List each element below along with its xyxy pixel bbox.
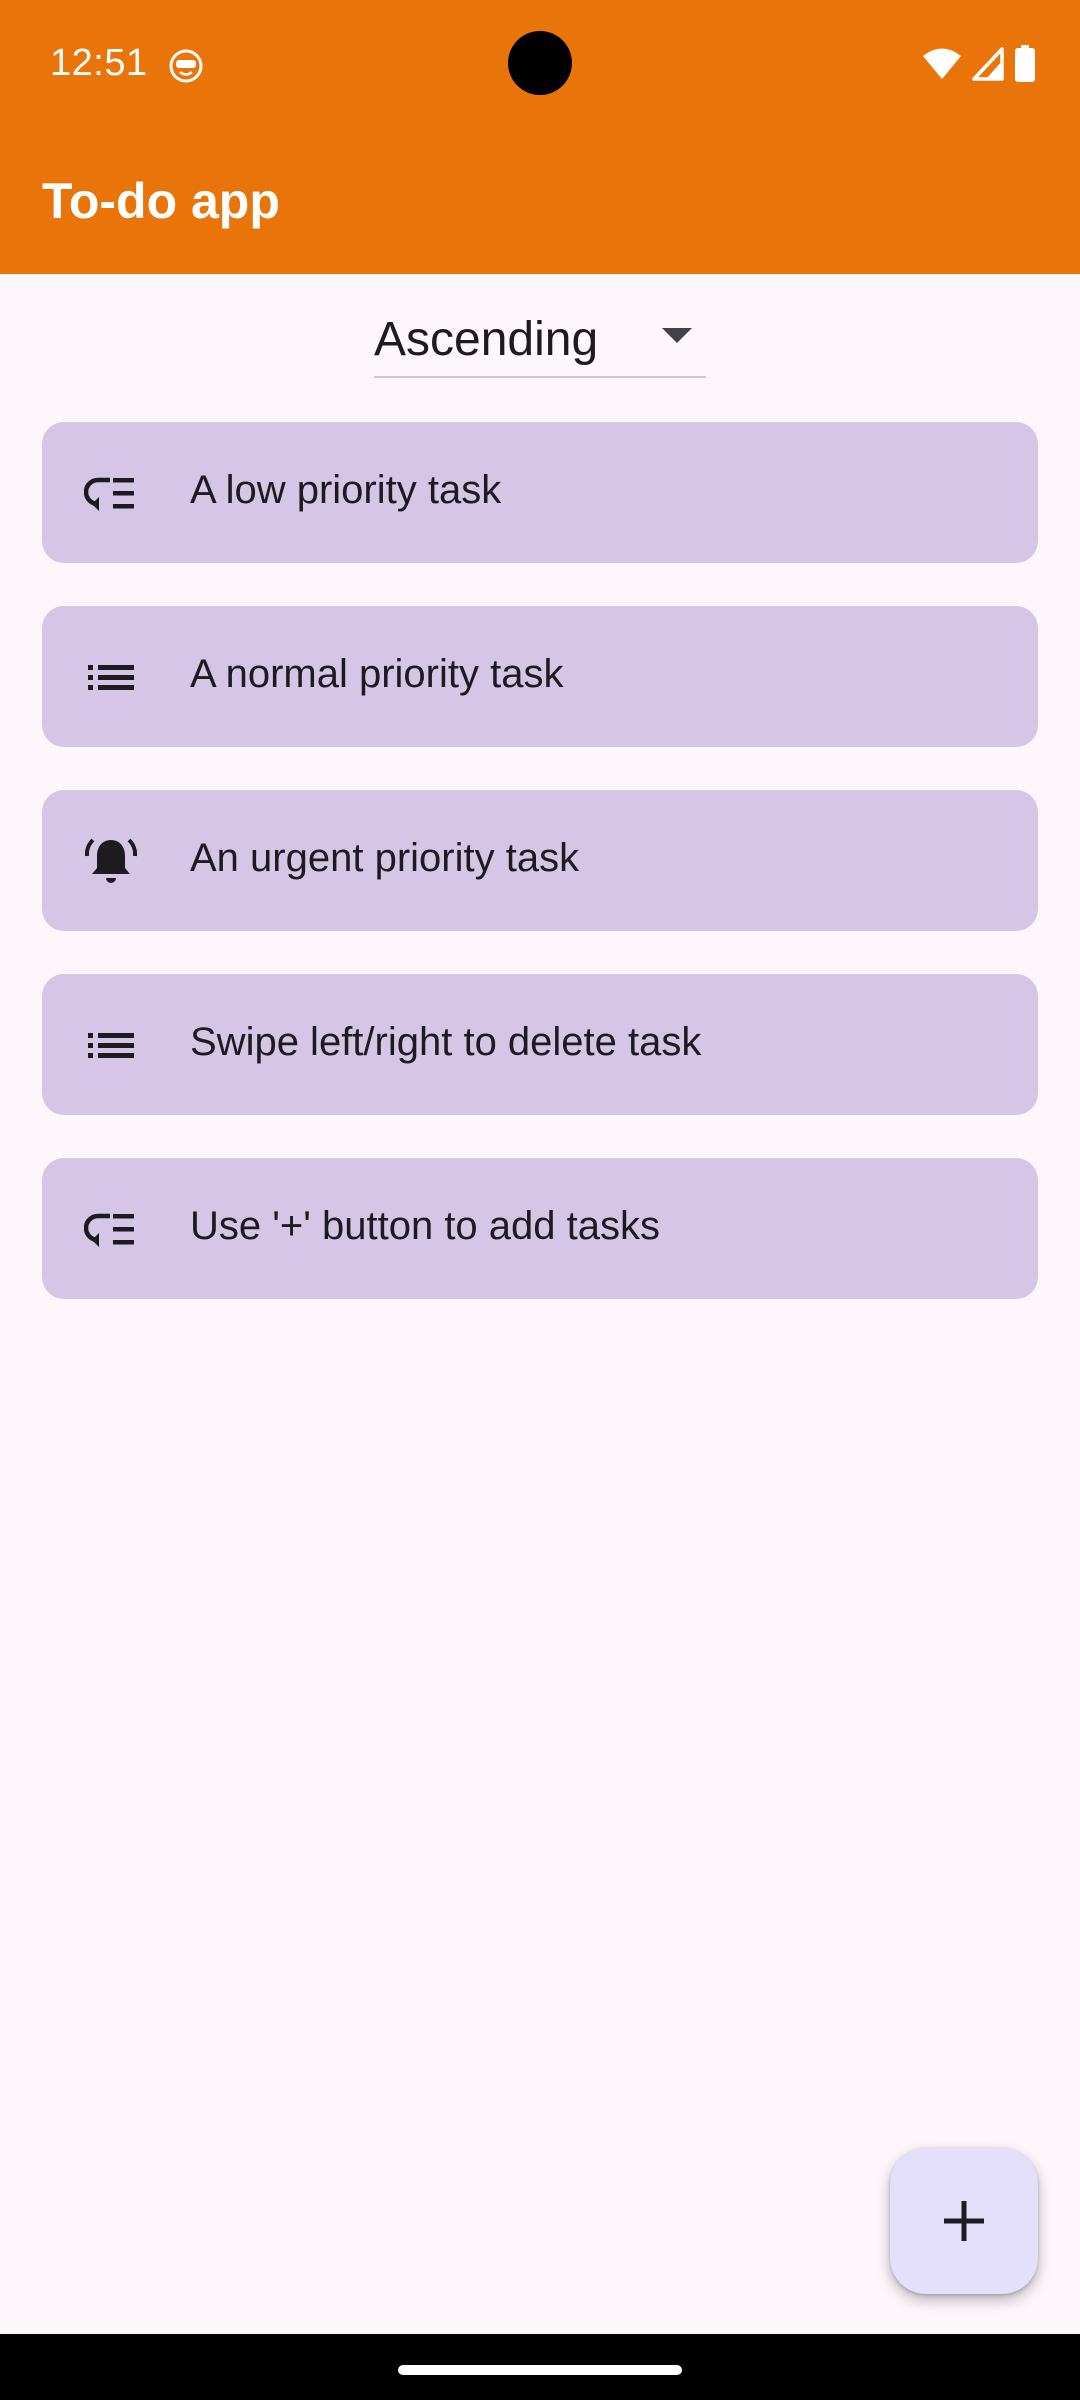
low-priority-icon: [84, 1213, 134, 1247]
add-icon: [944, 2201, 984, 2241]
task-label: Use '+' button to add tasks: [190, 1204, 660, 1248]
signal-icon: [972, 47, 1004, 81]
task-card[interactable]: An urgent priority task: [42, 790, 1038, 931]
list-icon: [88, 665, 134, 690]
task-label: A low priority task: [190, 468, 502, 512]
arrow-drop-down-icon: [662, 328, 692, 343]
face-notification-icon: [169, 49, 203, 83]
battery-icon: [1015, 45, 1035, 82]
home-gesture-handle[interactable]: [398, 2365, 682, 2375]
task-label: A normal priority task: [190, 652, 564, 696]
app-title: To-do app: [42, 173, 280, 229]
task-list: A low priority task A normal priority ta…: [42, 422, 1038, 1342]
status-icons: [922, 44, 1036, 84]
task-card[interactable]: Swipe left/right to delete task: [42, 974, 1038, 1115]
low-priority-icon: [84, 477, 134, 511]
camera-cutout: [508, 31, 572, 95]
task-label: Swipe left/right to delete task: [190, 1020, 702, 1064]
wifi-icon: [923, 48, 961, 79]
list-icon: [88, 1033, 134, 1058]
app-bar: To-do app: [0, 128, 1080, 274]
task-label: An urgent priority task: [190, 836, 580, 880]
alarm-bell-icon: [84, 838, 138, 883]
sort-order-value: Ascending: [374, 313, 599, 366]
task-card[interactable]: Use '+' button to add tasks: [42, 1158, 1038, 1299]
system-nav-bar: [0, 2334, 1080, 2400]
sort-order-dropdown[interactable]: Ascending: [374, 294, 706, 378]
task-card[interactable]: A normal priority task: [42, 606, 1038, 747]
status-bar: 12:51: [0, 0, 1080, 128]
add-task-button[interactable]: [890, 2148, 1038, 2294]
task-card[interactable]: A low priority task: [42, 422, 1038, 563]
status-time: 12:51: [50, 42, 148, 84]
